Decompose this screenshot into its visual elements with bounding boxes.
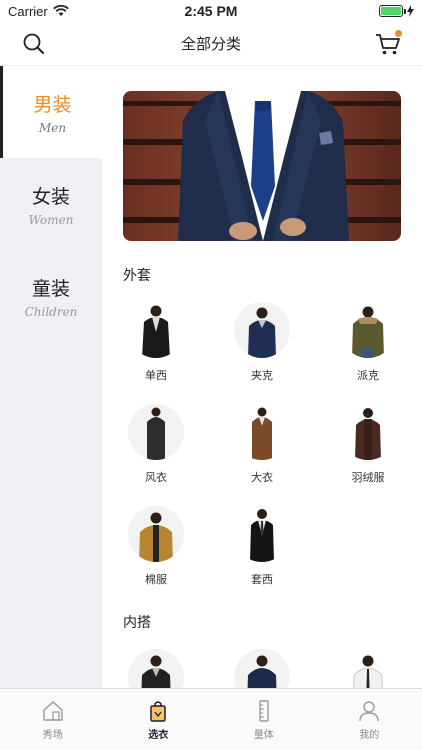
category-item-innerwear-3[interactable]	[328, 649, 408, 688]
section-title-innerwear: 内搭	[123, 615, 151, 631]
category-label: 套西	[251, 573, 273, 586]
battery-tip	[404, 9, 406, 14]
trench-thumbnail	[128, 404, 184, 460]
jacket-thumbnail	[234, 302, 290, 358]
tab-profile[interactable]: 我的	[317, 689, 422, 750]
category-item-jacket[interactable]: 夹克	[222, 302, 302, 383]
sidebar-item-label: 男装	[33, 93, 72, 116]
status-left: Carrier	[8, 4, 69, 19]
home-icon	[43, 700, 63, 721]
polo-man-icon	[247, 655, 277, 688]
tab-showroom[interactable]: 秀场	[0, 689, 106, 750]
overcoat-man-icon	[252, 407, 272, 460]
category-label: 单西	[145, 369, 167, 382]
category-item-down-jacket[interactable]: 羽绒服	[328, 404, 408, 485]
sweater-man-icon	[141, 655, 171, 688]
section-title-outerwear: 外套	[123, 268, 151, 284]
shopping-bag-icon	[150, 700, 166, 722]
tab-label: 秀场	[42, 729, 63, 741]
sidebar-item-label: 童装	[31, 277, 70, 300]
padded-coat-man-icon	[139, 512, 173, 562]
status-right	[379, 5, 414, 17]
user-icon	[359, 700, 379, 721]
sidebar-item-women[interactable]: 女装 Women	[0, 158, 102, 250]
sidebar-item-children[interactable]: 童装 Children	[0, 250, 102, 342]
tab-measure[interactable]: 量体	[211, 689, 317, 750]
category-label: 大衣	[251, 471, 273, 484]
category-label: 棉服	[145, 573, 167, 586]
tab-choose-clothes[interactable]: 选衣	[106, 689, 212, 750]
category-item-innerwear-2[interactable]	[222, 649, 302, 688]
category-item-trench[interactable]: 风衣	[116, 404, 196, 485]
trench-man-icon	[147, 407, 165, 460]
suit-man-icon	[250, 509, 274, 562]
battery-icon	[379, 5, 406, 17]
down-jacket-man-icon	[355, 408, 381, 460]
parka-thumbnail	[340, 302, 396, 358]
innerwear-thumbnail	[128, 649, 184, 688]
suit-banner-illustration	[123, 91, 401, 241]
battery-fill	[381, 7, 401, 15]
category-sidebar: 男装 Men 女装 Women 童装 Children	[0, 66, 102, 688]
sidebar-item-label: 女装	[31, 185, 70, 208]
jacket-man-icon	[248, 307, 276, 358]
cart-button[interactable]	[374, 30, 402, 58]
sidebar-item-men[interactable]: 男装 Men	[0, 66, 102, 158]
category-item-parka[interactable]: 派克	[328, 302, 408, 383]
parka-man-icon	[352, 306, 384, 358]
category-label: 派克	[357, 369, 379, 382]
tab-label: 选衣	[148, 729, 169, 741]
tab-label: 量体	[253, 729, 274, 741]
tab-label: 我的	[359, 729, 380, 741]
sidebar-item-sublabel: Children	[24, 304, 78, 319]
sidebar-item-sublabel: Women	[28, 212, 74, 227]
category-item-blazer[interactable]: 单西	[116, 302, 196, 383]
cart-badge	[395, 30, 402, 37]
category-content: 外套 单西 夹克 派克 风衣 大衣 羽绒服 棉服 套西 内搭	[102, 66, 422, 688]
blazer-man-icon	[142, 305, 170, 358]
category-item-padded-coat[interactable]: 棉服	[116, 506, 196, 587]
sidebar-item-sublabel: Men	[38, 120, 67, 135]
overcoat-thumbnail	[234, 404, 290, 460]
category-label: 羽绒服	[351, 471, 385, 484]
shirt-man-icon	[353, 655, 383, 688]
wifi-icon	[52, 5, 69, 16]
innerwear-thumbnail	[234, 649, 290, 688]
page-title: 全部分类	[180, 35, 241, 53]
category-item-innerwear-1[interactable]	[116, 649, 196, 688]
banner-image[interactable]	[123, 91, 401, 241]
bottom-tab-bar: 秀场 选衣 量体 我的	[0, 688, 422, 750]
category-item-suit[interactable]: 套西	[222, 506, 302, 587]
charging-bolt-icon	[407, 5, 414, 17]
search-icon[interactable]	[22, 32, 46, 56]
carrier-label: Carrier	[8, 3, 48, 19]
blazer-thumbnail	[128, 302, 184, 358]
innerwear-thumbnail	[340, 649, 396, 688]
category-label: 夹克	[251, 369, 273, 382]
category-item-overcoat[interactable]: 大衣	[222, 404, 302, 485]
status-bar: Carrier 2:45 PM	[0, 0, 422, 22]
ruler-icon	[259, 699, 269, 722]
suit-thumbnail	[234, 506, 290, 562]
category-label: 风衣	[145, 471, 167, 484]
padded-coat-thumbnail	[128, 506, 184, 562]
nav-bar: 全部分类	[0, 22, 422, 66]
down-jacket-thumbnail	[340, 404, 396, 460]
